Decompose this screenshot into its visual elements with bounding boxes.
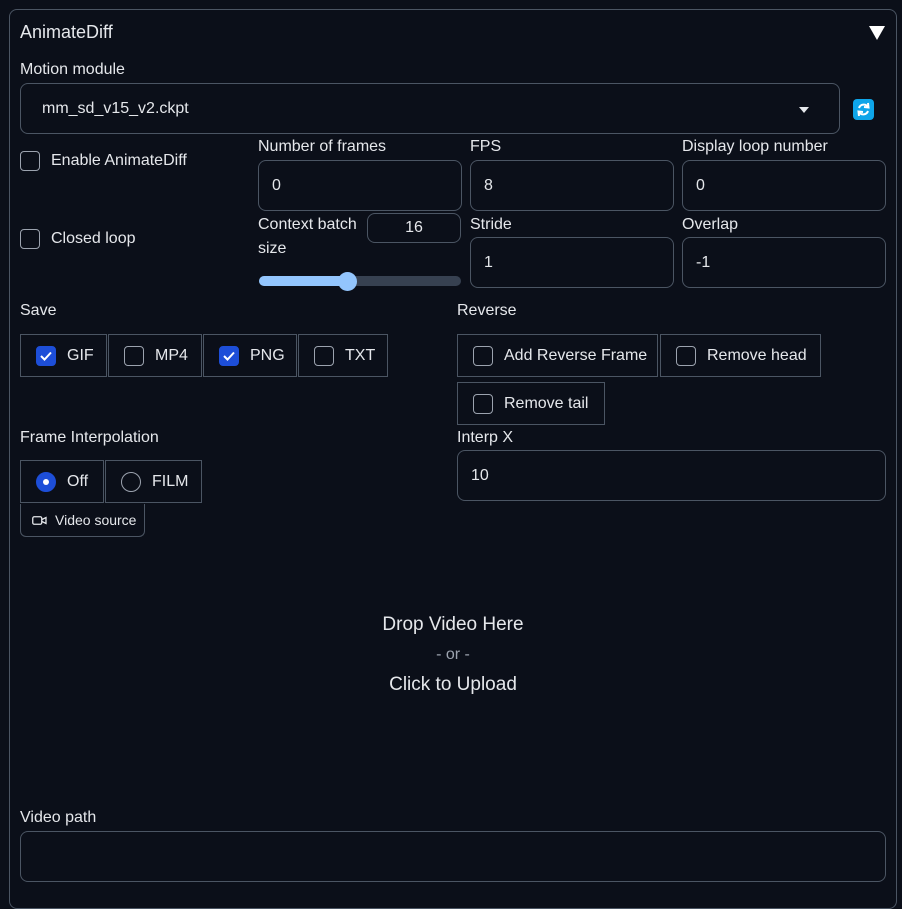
display-loop-value: 0 <box>696 176 705 194</box>
check-icon <box>219 345 239 366</box>
checkbox-box <box>20 229 40 249</box>
video-camera-icon <box>32 515 47 525</box>
save-txt-checkbox[interactable]: TXT <box>298 334 388 377</box>
or-text: - or - <box>436 646 470 663</box>
stride-label: Stride <box>470 216 512 233</box>
context-batch-number-input[interactable]: 16 <box>367 213 461 243</box>
refresh-button[interactable] <box>853 99 874 120</box>
fps-input[interactable]: 8 <box>470 160 674 211</box>
closed-loop-label: Closed loop <box>51 230 136 247</box>
checkbox-box <box>473 393 493 414</box>
slider-fill <box>259 276 348 286</box>
save-mp4-checkbox[interactable]: MP4 <box>108 334 202 377</box>
checkbox-box <box>676 345 696 366</box>
remove-head-checkbox[interactable]: Remove head <box>660 334 821 377</box>
video-path-input[interactable] <box>20 831 886 882</box>
interp-off-label: Off <box>67 472 89 490</box>
video-drop-area[interactable]: Drop Video Here - or - Click to Upload <box>20 537 886 807</box>
add-reverse-frame-checkbox[interactable]: Add Reverse Frame <box>457 334 658 377</box>
context-batch-label-2: size <box>258 240 287 257</box>
closed-loop-checkbox[interactable]: Closed loop <box>20 229 136 249</box>
stride-input[interactable]: 1 <box>470 237 674 288</box>
video-path-label: Video path <box>20 809 97 826</box>
overlap-label: Overlap <box>682 216 739 233</box>
chevron-down-icon <box>799 107 809 113</box>
interp-off-radio[interactable]: Off <box>20 460 104 503</box>
frames-value: 0 <box>272 176 281 194</box>
check-icon <box>36 345 56 366</box>
stride-value: 1 <box>484 253 493 271</box>
context-batch-slider-track[interactable] <box>259 276 461 286</box>
click-to-upload-text: Click to Upload <box>389 674 517 695</box>
checkbox-box <box>124 345 144 366</box>
video-source-label: Video source <box>55 512 137 528</box>
frames-label: Number of frames <box>258 138 387 155</box>
reverse-label: Reverse <box>457 302 517 319</box>
save-gif-checkbox[interactable]: GIF <box>20 334 107 377</box>
collapse-triangle-icon[interactable] <box>868 25 886 41</box>
fps-value: 8 <box>484 176 493 194</box>
motion-module-value: mm_sd_v15_v2.ckpt <box>42 99 189 117</box>
radio-icon <box>121 471 141 492</box>
fps-label: FPS <box>470 138 502 155</box>
frame-interpolation-label: Frame Interpolation <box>20 429 159 446</box>
save-label: Save <box>20 302 57 319</box>
context-batch-label: Context batch <box>258 216 357 233</box>
interp-x-input[interactable]: 10 <box>457 450 886 501</box>
save-png-label: PNG <box>250 346 285 364</box>
frames-input[interactable]: 0 <box>258 160 462 211</box>
save-png-checkbox[interactable]: PNG <box>203 334 297 377</box>
remove-tail-label: Remove tail <box>504 394 589 412</box>
remove-head-label: Remove head <box>707 346 807 364</box>
motion-module-label: Motion module <box>20 61 125 78</box>
drop-video-text: Drop Video Here <box>382 614 524 635</box>
enable-animatediff-checkbox[interactable]: Enable AnimateDiff <box>20 151 187 171</box>
panel-title: AnimateDiff <box>20 22 113 42</box>
interp-film-radio[interactable]: FILM <box>105 460 202 503</box>
display-loop-label: Display loop number <box>682 138 828 155</box>
display-loop-input[interactable]: 0 <box>682 160 886 211</box>
overlap-input[interactable]: -1 <box>682 237 886 288</box>
interp-x-value: 10 <box>471 466 489 484</box>
save-mp4-label: MP4 <box>155 346 188 364</box>
interp-film-label: FILM <box>152 472 189 490</box>
remove-tail-checkbox[interactable]: Remove tail <box>457 382 605 425</box>
save-gif-label: GIF <box>67 346 94 364</box>
checkbox-box <box>20 151 40 171</box>
checkbox-box <box>473 345 493 366</box>
add-reverse-frame-label: Add Reverse Frame <box>504 346 648 364</box>
save-txt-label: TXT <box>345 346 376 364</box>
motion-module-dropdown[interactable]: mm_sd_v15_v2.ckpt <box>20 83 840 134</box>
interp-x-label: Interp X <box>457 429 514 446</box>
refresh-icon <box>857 102 870 117</box>
video-source-tab[interactable]: Video source <box>20 504 145 537</box>
enable-animatediff-label: Enable AnimateDiff <box>51 152 187 169</box>
overlap-value: -1 <box>696 253 711 271</box>
radio-selected-icon <box>36 471 56 492</box>
checkbox-box <box>314 345 334 366</box>
